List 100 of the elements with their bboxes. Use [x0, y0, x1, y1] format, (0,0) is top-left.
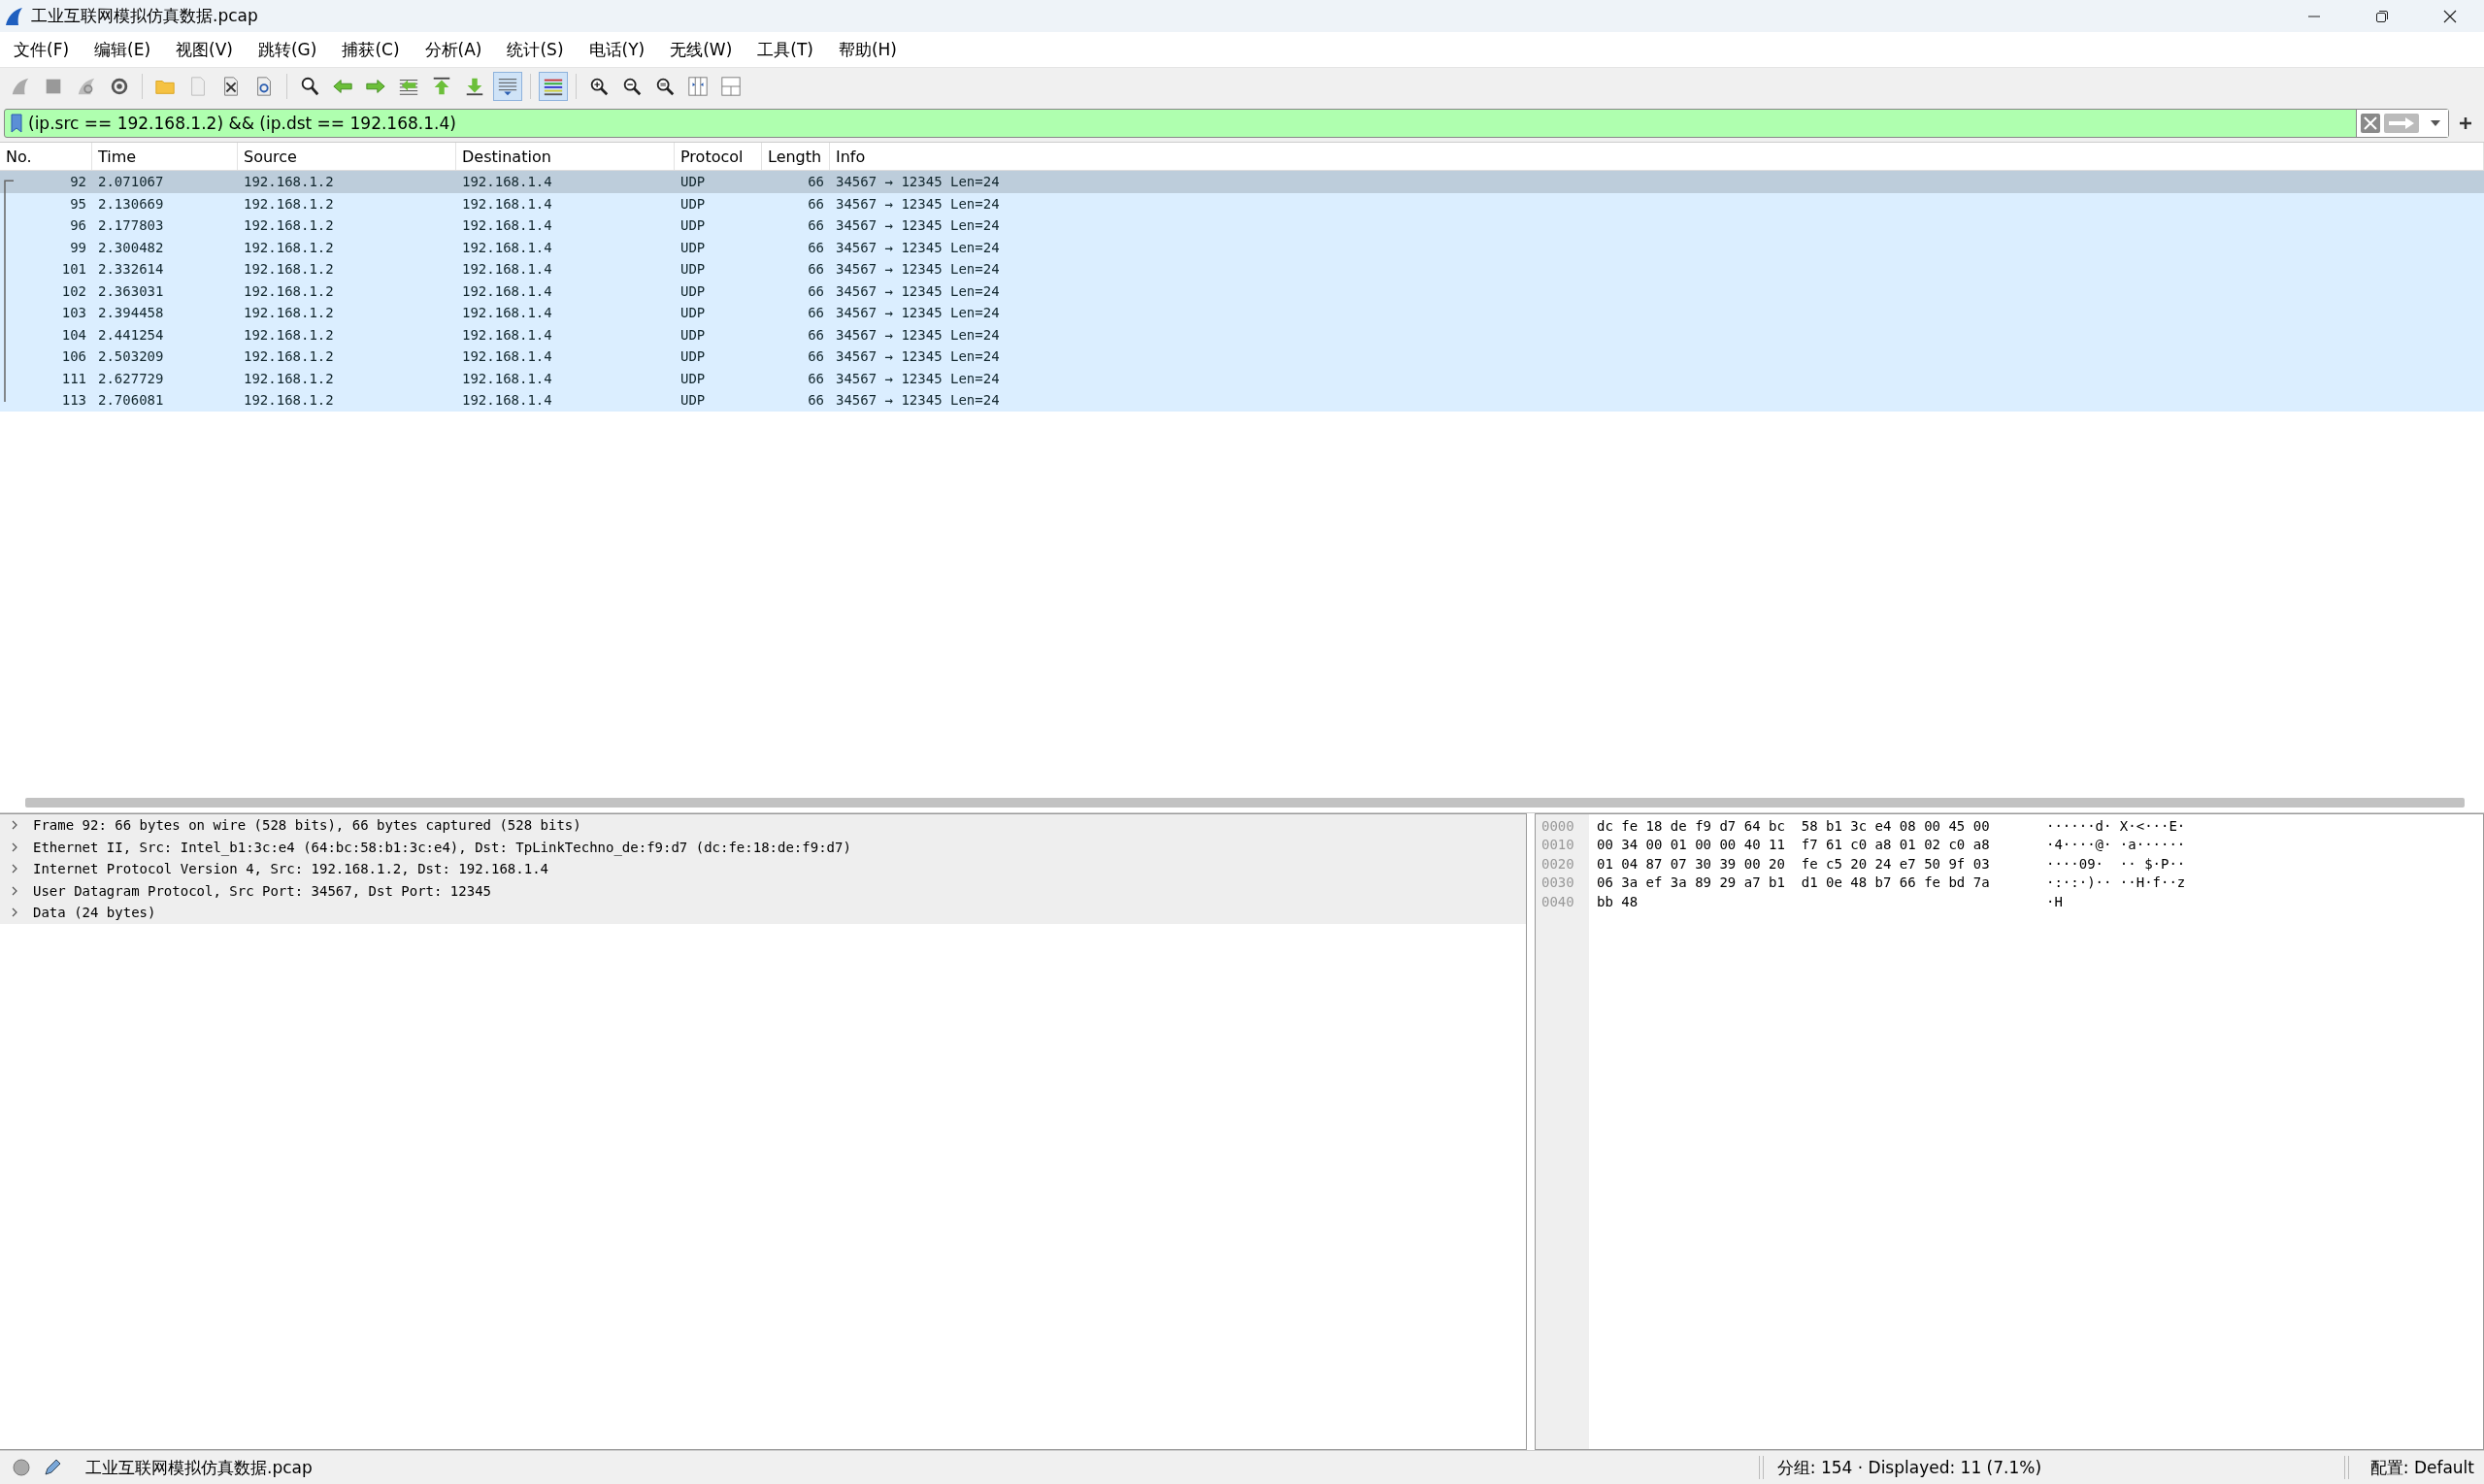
table-cell-text: UDP	[679, 348, 707, 365]
hex-bytes: 01 04 87 07 30 39 00 20 fe c5 20 24 e7 50 9f 03	[1596, 855, 1991, 872]
column-header[interactable]: Protocol	[675, 143, 762, 170]
table-cell-text: 66	[807, 195, 825, 212]
table-cell-text: UDP	[679, 326, 707, 343]
menu-item[interactable]: 帮助(H)	[830, 38, 914, 61]
table-cell-text: 34567 → 12345 Len=24	[835, 392, 1001, 409]
table-cell-text: 192.168.1.4	[461, 174, 553, 190]
packet-row[interactable]: 104 2.441254 192.168.1.2 192.168.1.4 UDP 66 34567 → 12345 Len=24	[0, 323, 2484, 346]
packet-row[interactable]: 95 2.130669 192.168.1.2 192.168.1.4 UDP 66 34567 → 12345 Len=24	[0, 192, 2484, 214]
table-cell-text: 2.706081	[97, 392, 165, 409]
column-header[interactable]: Time	[92, 143, 238, 170]
table-cell-text: 66	[807, 392, 825, 409]
table-cell-text: 2.441254	[97, 326, 165, 343]
menu-item[interactable]: 工具(T)	[749, 38, 831, 61]
menu-item[interactable]: 跳转(G)	[249, 38, 335, 61]
table-cell-text: 34567 → 12345 Len=24	[835, 195, 1001, 212]
tree-item[interactable]: Ethernet II, Src: Intel_b1:3c:e4 (64:bc:58:b1:3c:e4), Dst: TpLinkTechno_de:f9:d7 (dc:fe:18:de:f9:d7)	[0, 836, 1526, 858]
tree-item[interactable]: Internet Protocol Version 4, Src: 192.168.1.2, Dst: 192.168.1.4	[0, 858, 1526, 880]
table-cell-text: 2.363031	[97, 282, 165, 299]
clear-filter-icon[interactable]	[2361, 114, 2380, 133]
packet-row[interactable]: 99 2.300482 192.168.1.2 192.168.1.4 UDP 66 34567 → 12345 Len=24	[0, 236, 2484, 258]
table-cell-text: 192.168.1.2	[243, 326, 335, 343]
packet-row[interactable]: 101 2.332614 192.168.1.2 192.168.1.4 UDP 66 34567 → 12345 Len=24	[0, 258, 2484, 280]
table-cell-text: 192.168.1.2	[243, 195, 335, 212]
table-cell-text: UDP	[679, 305, 707, 321]
packet-row[interactable]: 92 2.071067 192.168.1.2 192.168.1.4 UDP 66 34567 → 12345 Len=24	[0, 171, 2484, 193]
tree-item-label: Ethernet II, Src: Intel_b1:3c:e4 (64:bc:58:b1:3c:e4), Dst: TpLinkTechno_de:f9:d7 (dc:fe:18:de:f9:d7)	[33, 839, 851, 855]
table-cell-text: 99	[69, 239, 87, 255]
table-cell-text: 2.177803	[97, 217, 165, 234]
menu-item[interactable]: 分析(A)	[416, 38, 500, 61]
restore-icon[interactable]	[2374, 8, 2390, 24]
table-cell-text: UDP	[679, 261, 707, 278]
menu-item[interactable]: 电话(Y)	[580, 38, 663, 61]
dropdown-caret-icon[interactable]	[2431, 120, 2440, 126]
table-cell-text: 34567 → 12345 Len=24	[835, 370, 1001, 386]
bookmark-icon[interactable]	[11, 114, 22, 133]
packet-row[interactable]: 106 2.503209 192.168.1.2 192.168.1.4 UDP 66 34567 → 12345 Len=24	[0, 346, 2484, 368]
byte-offset: 0010	[1540, 837, 1575, 853]
menu-item[interactable]: 统计(S)	[499, 38, 581, 61]
table-cell-text: 34567 → 12345 Len=24	[835, 217, 1001, 234]
column-header[interactable]: Source	[238, 143, 456, 170]
menu-item[interactable]: 视图(V)	[168, 38, 250, 61]
byte-offset: 0030	[1540, 874, 1575, 891]
chevron-icon[interactable]	[10, 885, 19, 896]
byte-offset: 0040	[1540, 893, 1575, 909]
packet-row[interactable]: 103 2.394458 192.168.1.2 192.168.1.4 UDP 66 34567 → 12345 Len=24	[0, 302, 2484, 324]
table-cell-text: 2.394458	[97, 305, 165, 321]
column-header[interactable]: Info	[830, 143, 2484, 170]
packet-row[interactable]: 102 2.363031 192.168.1.2 192.168.1.4 UDP 66 34567 → 12345 Len=24	[0, 280, 2484, 302]
chevron-icon[interactable]	[10, 820, 19, 831]
table-cell-text: 103	[60, 305, 87, 321]
column-header[interactable]: Destination	[456, 143, 675, 170]
table-cell-text: 34567 → 12345 Len=24	[835, 282, 1001, 299]
table-cell-text: 92	[69, 174, 87, 190]
chevron-icon[interactable]	[10, 907, 19, 918]
tree-item[interactable]: Data (24 bytes)	[0, 902, 1526, 924]
packet-row[interactable]: 111 2.627729 192.168.1.2 192.168.1.4 UDP 66 34567 → 12345 Len=24	[0, 367, 2484, 389]
display-filter-field[interactable]: (ip.src == 192.168.1.2) && (ip.dst == 192.168.1.4)	[4, 109, 2449, 138]
table-cell-text: 2.300482	[97, 239, 165, 255]
column-header[interactable]: Length	[762, 143, 830, 170]
chevron-icon[interactable]	[10, 864, 19, 874]
table-cell-text: 66	[807, 217, 825, 234]
tree-item-label: Frame 92: 66 bytes on wire (528 bits), 66 bytes captured (528 bits)	[33, 817, 581, 834]
table-cell-text: 34567 → 12345 Len=24	[835, 348, 1001, 365]
ascii-bytes: ·:·:·)·· ··H·f··z	[2046, 874, 2186, 891]
table-cell-text: 192.168.1.2	[243, 305, 335, 321]
packet-row[interactable]: 113 2.706081 192.168.1.2 192.168.1.4 UDP 66 34567 → 12345 Len=24	[0, 389, 2484, 412]
table-cell-text: 34567 → 12345 Len=24	[835, 305, 1001, 321]
menu-item[interactable]: 编辑(E)	[86, 38, 169, 61]
table-cell-text: 34567 → 12345 Len=24	[835, 261, 1001, 278]
table-cell-text: UDP	[679, 174, 707, 190]
table-cell-text: 192.168.1.4	[461, 261, 553, 278]
table-cell-text: 101	[60, 261, 87, 278]
tree-item[interactable]: User Datagram Protocol, Src Port: 34567, Dst Port: 12345	[0, 879, 1526, 902]
table-cell-text: 192.168.1.4	[461, 195, 553, 212]
hex-bytes: 00 34 00 01 00 00 40 11 f7 61 c0 a8 01 02 c0 a8	[1596, 837, 1991, 853]
chevron-icon[interactable]	[10, 841, 19, 852]
menu-item[interactable]: 捕获(C)	[334, 38, 417, 61]
profile-label[interactable]: 配置: Default	[2348, 1456, 2484, 1479]
packet-row[interactable]: 96 2.177803 192.168.1.2 192.168.1.4 UDP 66 34567 → 12345 Len=24	[0, 214, 2484, 237]
table-cell-text: 2.071067	[97, 174, 165, 190]
table-cell-text: 192.168.1.4	[461, 326, 553, 343]
pencil-icon[interactable]	[43, 1458, 62, 1477]
column-header[interactable]: No.	[0, 143, 92, 170]
table-cell-text: 192.168.1.4	[461, 305, 553, 321]
tree-item[interactable]: Frame 92: 66 bytes on wire (528 bits), 66 bytes captured (528 bits)	[0, 814, 1526, 837]
menu-item[interactable]: 文件(F)	[6, 38, 87, 61]
auto-scroll-icon[interactable]	[493, 72, 522, 101]
horizontal-scrollbar[interactable]	[25, 798, 2465, 808]
table-cell-text: UDP	[679, 195, 707, 212]
table-cell-text: 66	[807, 282, 825, 299]
colorize-icon[interactable]	[539, 72, 568, 101]
table-cell-text: 111	[60, 370, 87, 386]
add-filter-button-icon[interactable]	[2459, 116, 2472, 130]
menu-item[interactable]: 无线(W)	[662, 38, 750, 61]
byte-offset: 0000	[1540, 817, 1575, 834]
status-circle-icon[interactable]	[12, 1458, 31, 1477]
table-cell-text: 66	[807, 348, 825, 365]
close-icon[interactable]	[2442, 8, 2458, 24]
